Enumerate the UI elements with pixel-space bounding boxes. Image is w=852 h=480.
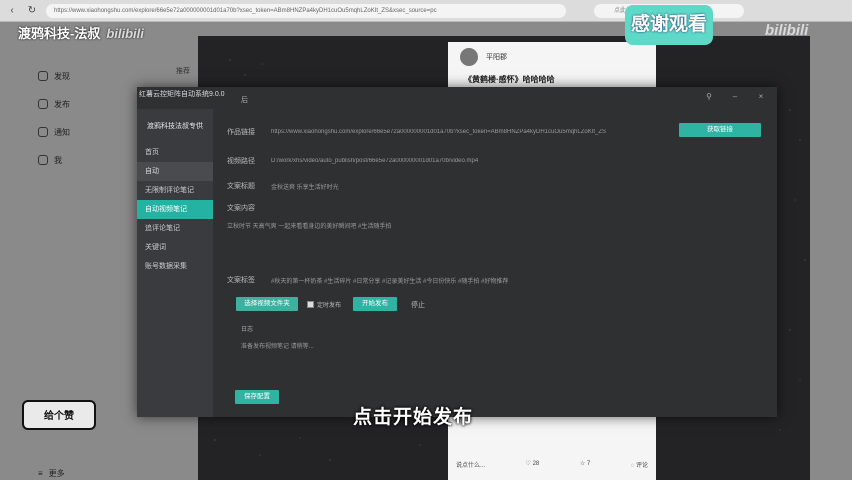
schedule-row: 定时发布 [307, 300, 341, 309]
tool-nav-account-data[interactable]: 账号数据采集 [137, 257, 213, 276]
close-icon[interactable]: × [755, 92, 767, 101]
like-count: 28 [532, 461, 540, 467]
pin-icon[interactable]: ⚲ [703, 92, 715, 101]
like-sticker: 给个赞 [22, 400, 96, 430]
like-button[interactable]: ♡ 28 [526, 460, 540, 469]
thanks-badge: 感谢观看 [625, 5, 714, 45]
channel-watermark: 渡鸦科技-法叔 bilibili [18, 23, 144, 42]
body-textarea[interactable]: 立秋时节 天高气爽 一起来看看身边的美好瞬间吧 #生活随手拍 [227, 221, 391, 230]
tags-label: 文案标签 [227, 277, 255, 284]
channel-name: 渡鸦科技-法叔 [18, 26, 101, 41]
parse-link-button[interactable]: 获取链接 [679, 123, 761, 137]
thanks-bili-logo: bilibili [765, 22, 809, 39]
body-label-row: 文案内容 [227, 203, 271, 213]
author-name: 平阳郡 [486, 54, 507, 61]
bg-more[interactable]: ≡ 更多 [38, 468, 65, 479]
video-path-input[interactable]: D:/work/xhs/video/auto_publish/post/66e5… [271, 158, 601, 164]
title-input[interactable]: 金秋送爽 乐享生活好时光 [271, 182, 339, 191]
home-icon [38, 71, 48, 81]
choose-folder-button[interactable]: 选择视频文件夹 [236, 297, 298, 311]
refresh-icon[interactable]: ↻ [26, 5, 38, 17]
tool-window-title: 红薯云控矩阵自动系统9.0.0 [139, 91, 225, 98]
tool-nav-keywords[interactable]: 关键词 [137, 238, 213, 257]
schedule-label: 定时发布 [317, 303, 342, 309]
menu-icon: ≡ [38, 469, 43, 478]
tool-main: 作品链接 https://www.xiaohongshu.com/explore… [227, 109, 777, 417]
save-config-button[interactable]: 保存配置 [235, 390, 279, 404]
tool-brand: 渡鸦科技法叔专供 [147, 123, 203, 130]
tool-nav-auto[interactable]: 自动 [137, 162, 213, 181]
bili-logo: bilibili [106, 26, 144, 41]
tool-title-bar: 红薯云控矩阵自动系统9.0.0 后 ⚲ – × [137, 87, 777, 109]
log-label: 日志 [241, 327, 254, 333]
bg-sidebar-item-notify[interactable]: 通知 [28, 118, 128, 146]
tool-nav-comment-notes[interactable]: 无限制评论笔记 [137, 181, 213, 200]
tool-nav-video-notes[interactable]: 自动视频笔记 [137, 200, 213, 219]
comment-label: 评论 [635, 463, 648, 469]
bg-sidebar: 发现 发布 通知 我 [28, 62, 128, 174]
bg-sidebar-item-me[interactable]: 我 [28, 146, 128, 174]
collect-count: 7 [586, 461, 591, 467]
tags-row: 文案标签 #秋天的第一杯奶茶 #生活碎片 #日常分享 #记录美好生活 #今日份快… [227, 275, 508, 285]
link-row: 作品链接 https://www.xiaohongshu.com/explore… [227, 127, 667, 137]
link-label: 作品链接 [227, 129, 255, 136]
video-label: 视频路径 [227, 158, 255, 165]
tool-nav-home[interactable]: 首页 [137, 143, 213, 162]
tags-input[interactable]: #秋天的第一杯奶茶 #生活碎片 #日常分享 #记录美好生活 #今日份快乐 #随手… [271, 276, 508, 285]
title-bar-text: 后 [241, 97, 248, 104]
minimize-icon[interactable]: – [729, 92, 741, 101]
tool-sidebar: 渡鸦科技法叔专供 首页 自动 无限制评论笔记 自动视频笔记 追评论笔记 关键词 … [137, 109, 213, 417]
stop-button[interactable]: 停止 [411, 300, 425, 310]
back-icon[interactable]: ‹ [6, 5, 18, 17]
video-subtitle: 点击开始发布 [353, 407, 474, 428]
tool-window: 红薯云控矩阵自动系统9.0.0 后 ⚲ – × 渡鸦科技法叔专供 首页 自动 无… [137, 87, 777, 417]
post-author[interactable]: 平阳郡 [460, 48, 507, 66]
collect-button[interactable]: ☆ 7 [580, 460, 590, 469]
bg-tag-left[interactable]: 推荐 [176, 66, 190, 76]
comment-input[interactable]: 说点什么... [456, 460, 485, 469]
title-label: 文案标题 [227, 183, 255, 190]
avatar-icon [38, 155, 48, 165]
log-row: 准备发布视频笔记 请稍等... [241, 341, 314, 350]
link-input[interactable]: https://www.xiaohongshu.com/explore/66e5… [271, 129, 667, 135]
bell-icon [38, 127, 48, 137]
plus-icon [38, 99, 48, 109]
schedule-checkbox[interactable] [307, 301, 314, 308]
start-publish-button[interactable]: 开始发布 [353, 297, 397, 311]
video-row: 视频路径 D:/work/xhs/video/auto_publish/post… [227, 156, 601, 166]
body-label: 文案内容 [227, 205, 255, 212]
bg-sidebar-item-discover[interactable]: 发现 [28, 62, 128, 90]
browser-toolbar: ‹ ↻ https://www.xiaohongshu.com/explore/… [0, 0, 852, 22]
tool-nav-follow-comments[interactable]: 追评论笔记 [137, 219, 213, 238]
avatar [460, 48, 478, 66]
bg-sidebar-item-publish[interactable]: 发布 [28, 90, 128, 118]
post-title: 《黄鹤楼·感怀》哈哈哈哈 [464, 75, 555, 84]
comment-button[interactable]: ◌ 评论 [631, 460, 648, 469]
log-label-row: 日志 [241, 324, 253, 333]
log-output: 准备发布视频笔记 请稍等... [241, 344, 314, 350]
body-row: 立秋时节 天高气爽 一起来看看身边的美好瞬间吧 #生活随手拍 [227, 221, 391, 230]
title-row: 文案标题 金秋送爽 乐享生活好时光 [227, 181, 339, 191]
post-actions: 说点什么... ♡ 28 ☆ 7 ◌ 评论 [456, 460, 648, 469]
address-bar[interactable]: https://www.xiaohongshu.com/explore/66e5… [46, 3, 566, 18]
